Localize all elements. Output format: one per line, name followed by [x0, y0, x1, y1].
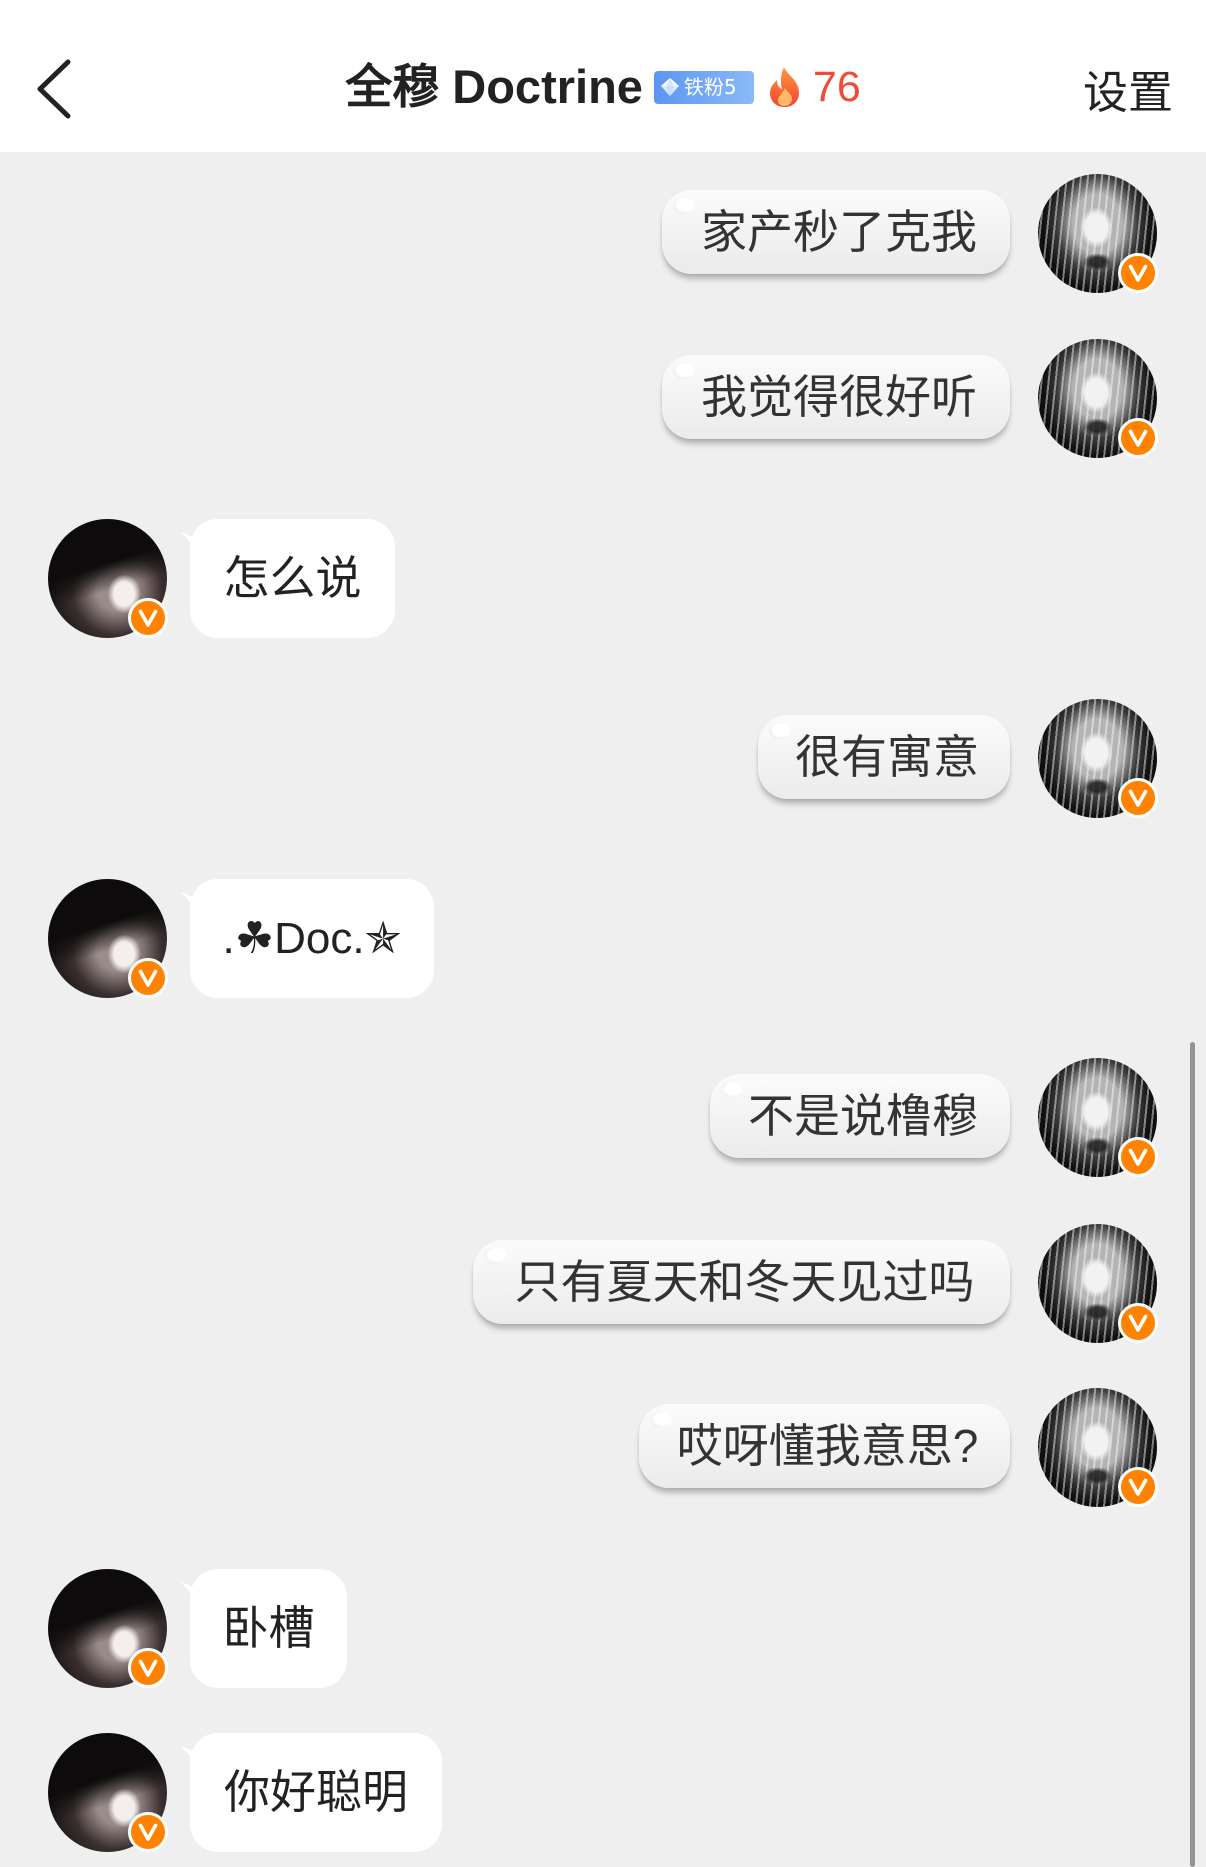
message-bubble[interactable]: 哎呀懂我意思?: [639, 1404, 1010, 1488]
verified-v-icon: [128, 598, 168, 638]
message-row-received: .☘Doc.✯: [0, 879, 1206, 998]
chat-header: 全穆 Doctrine 铁粉5 76 设置: [0, 0, 1206, 152]
message-text: 家产秒了克我: [701, 206, 977, 258]
contact-avatar[interactable]: [48, 519, 168, 638]
diamond-icon: [660, 78, 679, 96]
message-bubble[interactable]: 怎么说: [190, 519, 395, 638]
verified-v-icon: [128, 1812, 168, 1852]
message-text: 我觉得很好听: [701, 371, 977, 423]
fan-level-badge: 铁粉5: [653, 70, 754, 104]
my-avatar[interactable]: [1038, 339, 1158, 458]
contact-avatar[interactable]: [48, 1733, 168, 1852]
message-text: 很有寓意: [795, 731, 979, 783]
verified-v-icon: [1118, 1137, 1158, 1177]
message-row-sent: 家产秒了克我: [0, 174, 1206, 293]
message-row-received: 怎么说: [0, 519, 1206, 638]
my-avatar[interactable]: [1038, 1058, 1158, 1177]
message-bubble[interactable]: 我觉得很好听: [662, 355, 1010, 439]
my-avatar[interactable]: [1038, 1388, 1158, 1507]
message-bubble[interactable]: 不是说橹穆: [710, 1074, 1010, 1158]
chat-message-list[interactable]: 家产秒了克我 我觉得很好听 怎么说 很有寓意 .☘Doc.✯ 不是说橹穆 只有夏…: [0, 152, 1206, 1867]
verified-v-icon: [128, 958, 168, 998]
message-row-sent: 哎呀懂我意思?: [0, 1388, 1206, 1507]
my-avatar[interactable]: [1038, 699, 1158, 818]
message-row-received: 你好聪明: [0, 1733, 1206, 1852]
message-bubble[interactable]: 卧槽: [190, 1569, 347, 1688]
chat-title-group: 全穆 Doctrine 铁粉5 76: [0, 62, 1206, 112]
my-avatar[interactable]: [1038, 174, 1158, 293]
verified-v-icon: [1118, 778, 1158, 818]
message-row-sent: 不是说橹穆: [0, 1058, 1206, 1177]
message-row-received: 卧槽: [0, 1569, 1206, 1688]
settings-button[interactable]: 设置: [1083, 66, 1173, 120]
message-text: 卧槽: [222, 1602, 315, 1654]
message-row-sent: 我觉得很好听: [0, 339, 1206, 458]
verified-v-icon: [1118, 253, 1158, 293]
my-avatar[interactable]: [1038, 1224, 1158, 1343]
fire-count: 76: [812, 63, 861, 111]
message-row-sent: 只有夏天和冬天见过吗: [0, 1224, 1206, 1343]
verified-v-icon: [1118, 418, 1158, 458]
message-text: 哎呀懂我意思?: [676, 1420, 979, 1472]
message-text: 只有夏天和冬天见过吗: [514, 1256, 975, 1308]
message-bubble[interactable]: 家产秒了克我: [662, 190, 1010, 274]
message-text: 怎么说: [223, 552, 362, 604]
fan-level-label: 铁粉5: [683, 74, 737, 99]
fire-icon: [769, 67, 799, 107]
message-bubble[interactable]: 只有夏天和冬天见过吗: [473, 1240, 1010, 1324]
message-bubble[interactable]: 你好聪明: [190, 1733, 442, 1852]
message-text: 不是说橹穆: [748, 1090, 978, 1142]
verified-v-icon: [1118, 1467, 1158, 1507]
scrollbar-thumb[interactable]: [1190, 1042, 1195, 1867]
verified-v-icon: [128, 1648, 168, 1688]
contact-avatar[interactable]: [48, 879, 168, 998]
verified-v-icon: [1118, 1303, 1158, 1343]
message-bubble[interactable]: .☘Doc.✯: [190, 879, 434, 998]
message-text: .☘Doc.✯: [222, 914, 402, 963]
chat-title: 全穆 Doctrine: [345, 60, 643, 113]
message-row-sent: 很有寓意: [0, 699, 1206, 818]
contact-avatar[interactable]: [48, 1569, 168, 1688]
message-bubble[interactable]: 很有寓意: [758, 715, 1010, 799]
message-text: 你好聪明: [224, 1766, 408, 1818]
